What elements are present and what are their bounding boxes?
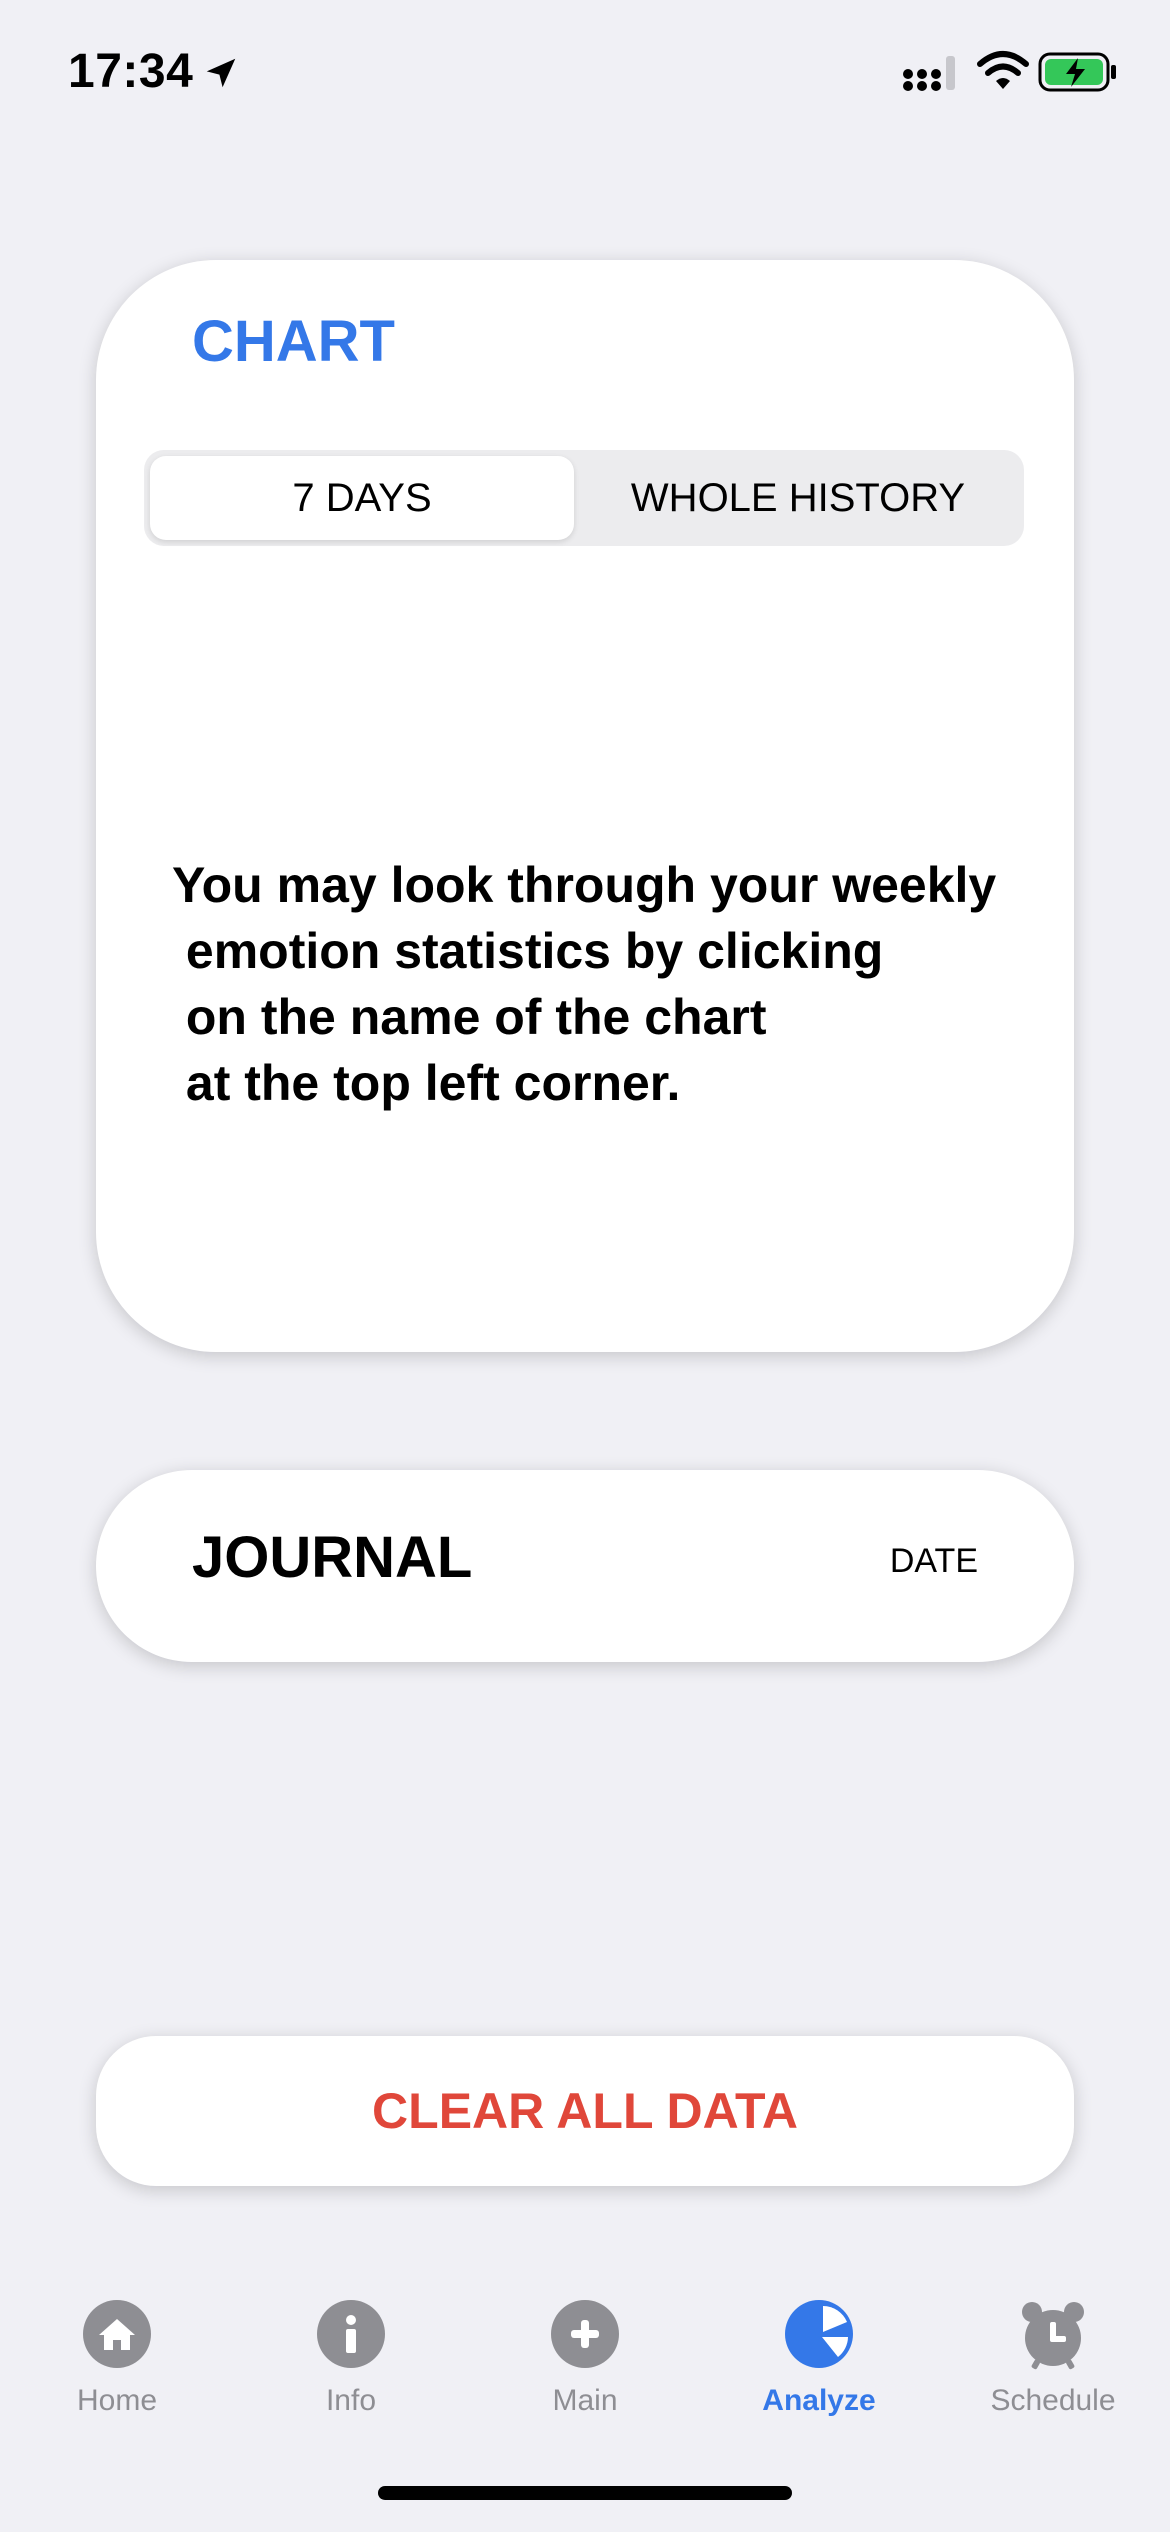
plus-icon (551, 2300, 619, 2368)
tab-info-label: Info (325, 2384, 377, 2417)
info-icon (317, 2300, 385, 2368)
journal-title: JOURNAL (192, 1525, 473, 1590)
home-icon (83, 2300, 151, 2368)
battery-charging-icon (1038, 52, 1116, 92)
pie-chart-icon (785, 2300, 853, 2368)
tab-home-label: Home (76, 2384, 158, 2417)
home-indicator[interactable] (378, 2486, 792, 2500)
tab-main[interactable]: Main (468, 2298, 702, 2418)
location-arrow-icon (206, 58, 236, 88)
segment-whole-history[interactable]: WHOLE HISTORY (578, 456, 1018, 540)
chart-card: CHART 7 DAYS WHOLE HISTORY You may look … (96, 260, 1074, 1352)
tab-info[interactable]: Info (234, 2298, 468, 2418)
tab-schedule[interactable]: Schedule (936, 2298, 1170, 2418)
tab-home[interactable]: Home (0, 2298, 234, 2418)
journal-date-label: DATE (889, 1542, 978, 1580)
journal-card[interactable]: JOURNAL DATE (96, 1470, 1074, 1662)
status-bar: 17:34 (0, 0, 1170, 150)
wifi-icon (977, 51, 1029, 89)
period-segmented-control[interactable]: 7 DAYS WHOLE HISTORY (144, 450, 1024, 546)
cellular-signal-icon (903, 56, 955, 91)
status-time: 17:34 (68, 45, 194, 98)
clear-all-data-button[interactable]: CLEAR ALL DATA (96, 2036, 1074, 2186)
tab-schedule-label: Schedule (990, 2384, 1116, 2417)
chart-hint-message: You may look through your weekly emotion… (172, 857, 997, 1111)
tab-analyze-label: Analyze (762, 2384, 876, 2417)
tab-analyze[interactable]: Analyze (702, 2298, 936, 2418)
tab-bar: Home Info Main Analyze Schedule (0, 2280, 1170, 2440)
tab-main-label: Main (552, 2384, 618, 2417)
segment-7-days[interactable]: 7 DAYS (150, 456, 574, 540)
alarm-clock-icon (1022, 2302, 1084, 2370)
chart-title[interactable]: CHART (192, 308, 395, 375)
